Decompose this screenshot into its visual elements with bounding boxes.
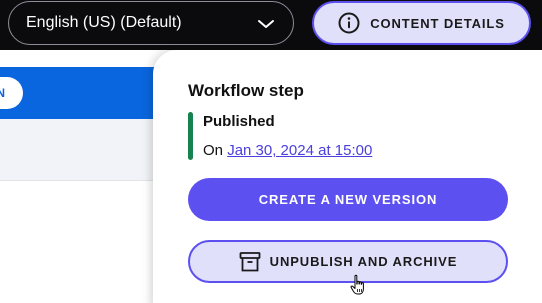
- unpublish-and-archive-label: UNPUBLISH AND ARCHIVE: [269, 254, 458, 269]
- status-date: On Jan 30, 2024 at 15:00: [203, 142, 372, 159]
- create-new-version-label: CREATE A NEW VERSION: [258, 192, 438, 207]
- status-label: Published: [203, 113, 275, 130]
- background-button-text: N: [0, 86, 5, 100]
- background-row: [0, 119, 160, 181]
- date-prefix: On: [203, 142, 224, 159]
- content-details-label: CONTENT DETAILS: [370, 15, 505, 31]
- chevron-down-icon: [257, 17, 275, 35]
- date-link[interactable]: Jan 30, 2024 at 15:00: [227, 142, 372, 159]
- archive-icon: [239, 251, 261, 273]
- unpublish-and-archive-button[interactable]: UNPUBLISH AND ARCHIVE: [188, 240, 508, 283]
- language-select[interactable]: English (US) (Default): [8, 1, 294, 45]
- top-bar: English (US) (Default) CONTENT DETAILS: [0, 0, 542, 50]
- hand-pointer-icon: [350, 274, 366, 301]
- language-select-value: English (US) (Default): [26, 14, 182, 31]
- content-details-panel: Workflow step Published On Jan 30, 2024 …: [153, 50, 542, 303]
- content-details-button[interactable]: CONTENT DETAILS: [312, 1, 531, 45]
- create-new-version-button[interactable]: CREATE A NEW VERSION: [188, 178, 508, 221]
- panel-title: Workflow step: [188, 81, 304, 100]
- info-icon: [338, 12, 360, 34]
- status-indicator-bar: [188, 112, 193, 160]
- background-action-bar: [0, 67, 160, 119]
